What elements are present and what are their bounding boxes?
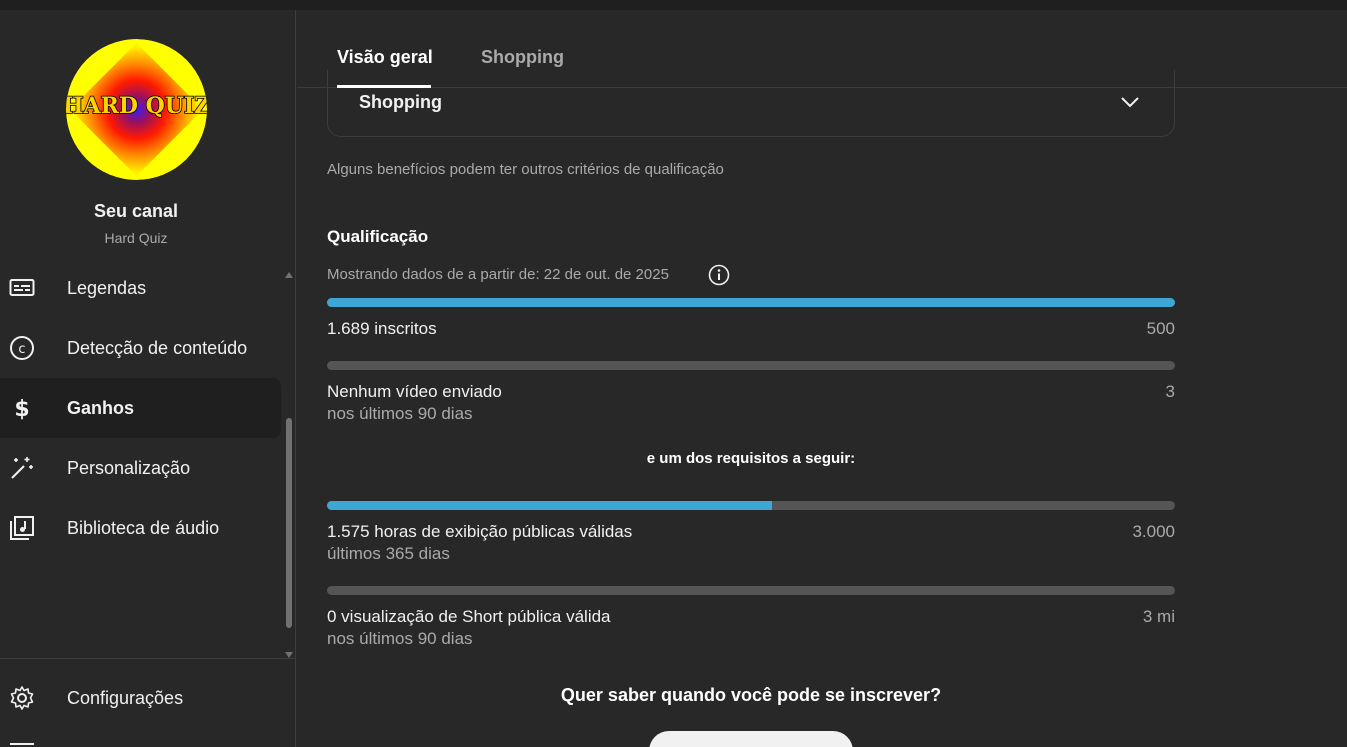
sidebar-item-content-detection[interactable]: c Detecção de conteúdo [0, 318, 281, 378]
gear-icon [8, 686, 36, 710]
tab-visao-geral[interactable]: Visão geral [337, 47, 433, 68]
channel-title: Seu canal [93, 201, 179, 221]
sidebar-item-label: Personalização [67, 457, 191, 478]
progress-fill [327, 501, 773, 510]
sidebar-item-ganhos[interactable]: $ Ganhos [0, 378, 281, 438]
sidebar-item-label: Ganhos [67, 397, 135, 418]
sidebar-scrollbar[interactable] [283, 268, 295, 658]
subtitles-icon [8, 276, 36, 300]
watch-hours-period: últimos 365 dias [327, 544, 450, 563]
uploads-target: 3 [1165, 382, 1175, 401]
subscribers-label: 1.689 inscritos [327, 319, 437, 338]
eligibility-question: Quer saber quando você pode se inscrever… [560, 685, 942, 705]
scroll-up-arrow[interactable] [285, 272, 293, 278]
logo-text: HARD QUIZ [66, 93, 207, 119]
subscribers-progress-bar [327, 298, 1175, 307]
sidebar-divider [0, 658, 296, 659]
watch-hours-progress-bar [327, 501, 1175, 510]
sidebar-item-label: Detecção de conteúdo [67, 337, 248, 358]
sidebar: HARD QUIZ Seu canal Hard Quiz Legendas c… [0, 10, 296, 747]
svg-text:$: $ [14, 397, 29, 421]
sidebar-item-label: Biblioteca de áudio [67, 517, 220, 538]
shorts-views-progress-bar [327, 586, 1175, 595]
dollar-icon: $ [8, 396, 36, 421]
uploads-period: nos últimos 90 dias [327, 404, 473, 423]
sidebar-item-biblioteca-audio[interactable]: Biblioteca de áudio [0, 498, 281, 558]
tab-shopping[interactable]: Shopping [481, 47, 564, 68]
copyright-icon: c [8, 336, 36, 360]
benefits-card-label: Shopping [359, 92, 442, 112]
audio-library-icon [8, 516, 36, 540]
notify-me-button[interactable] [649, 731, 853, 747]
top-strip [0, 0, 1347, 10]
scroll-thumb[interactable] [286, 418, 292, 628]
main-content: Visão geral Shopping Shopping Alguns ben… [297, 10, 1347, 747]
settings-row[interactable]: Configurações [0, 668, 281, 728]
watch-hours-label: 1.575 horas de exibição públicas válidas [327, 522, 633, 541]
feedback-icon[interactable] [10, 743, 34, 747]
shorts-views-period: nos últimos 90 dias [327, 629, 473, 648]
qualification-title: Qualificação [327, 227, 429, 246]
sidebar-nav: Legendas c Detecção de conteúdo $ Ganhos… [0, 258, 281, 558]
sidebar-item-settings[interactable]: Configurações [0, 668, 281, 728]
channel-name: Hard Quiz [104, 230, 168, 246]
svg-text:c: c [18, 342, 25, 357]
eligibility-note: Alguns benefícios podem ter outros crité… [327, 161, 724, 178]
hard-quiz-logo: HARD QUIZ [66, 39, 207, 180]
settings-label: Configurações [67, 687, 184, 708]
benefits-card[interactable]: Shopping [327, 70, 1175, 137]
channel-avatar[interactable]: HARD QUIZ [66, 39, 207, 180]
sidebar-item-legendas[interactable]: Legendas [0, 258, 281, 318]
shorts-views-target: 3 mi [1142, 607, 1175, 626]
data-since-text: Mostrando dados de a partir de: 22 de ou… [327, 266, 669, 283]
uploads-label: Nenhum vídeo enviado [327, 382, 502, 401]
progress-fill [327, 298, 1175, 307]
info-icon[interactable] [708, 264, 730, 291]
requirements-separator: e um dos requisitos a seguir: [646, 450, 856, 467]
chevron-down-icon[interactable] [1118, 90, 1142, 119]
sidebar-item-personalizacao[interactable]: Personalização [0, 438, 281, 498]
uploads-progress-bar [327, 361, 1175, 370]
shorts-views-label: 0 visualização de Short pública válida [327, 607, 611, 626]
magic-wand-icon [8, 456, 36, 480]
subscribers-target: 500 [1146, 319, 1175, 338]
watch-hours-target: 3.000 [1132, 522, 1175, 541]
sidebar-item-label: Legendas [67, 277, 147, 298]
